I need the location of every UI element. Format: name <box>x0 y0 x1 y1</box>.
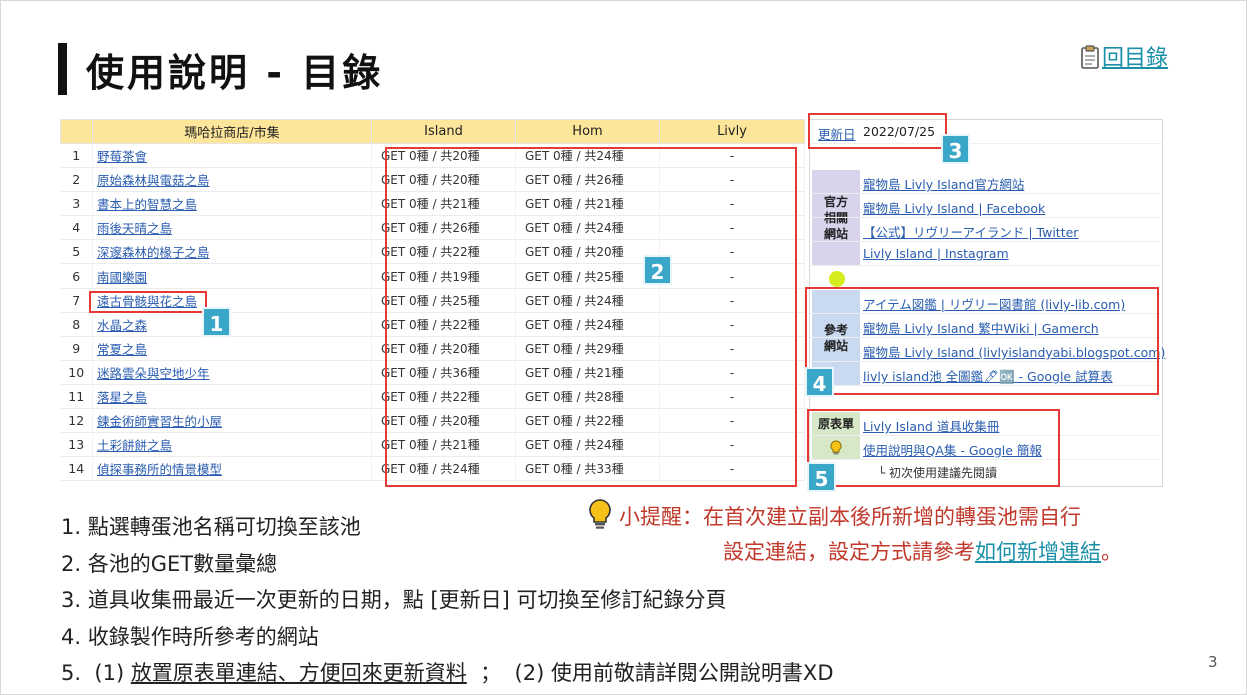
title-accent-bar <box>58 43 67 95</box>
list-item: 5. (1) 放置原表單連結、方便回來更新資料 ； (2) 使用前敬請詳閱公開說… <box>61 661 834 685</box>
shop-name-link[interactable]: 迷路雲朵與空地少年 <box>92 360 372 385</box>
header-island: Island <box>371 119 516 144</box>
page-number: 3 <box>1208 653 1218 671</box>
page-title: 使用說明 - 目錄 <box>86 51 384 95</box>
badge-1: 1 <box>202 307 231 337</box>
shop-name-link[interactable]: 常夏之島 <box>92 336 372 361</box>
shop-name-link[interactable]: 鍊金術師實習生的小屋 <box>92 408 372 434</box>
official-link[interactable]: 寵物島 Livly Island | Facebook <box>863 198 1045 217</box>
official-link-row: 寵物島 Livly Island官方網站 <box>810 170 1163 194</box>
highlight-box-4 <box>805 287 1159 395</box>
clipboard-icon <box>1080 45 1100 69</box>
how-to-add-link[interactable]: 如何新增連結 <box>975 540 1101 564</box>
shop-name-link[interactable]: 土彩餅餅之島 <box>92 432 372 458</box>
header-hom: Hom <box>515 119 660 144</box>
row-number: 7 <box>60 288 93 313</box>
row-number: 13 <box>60 432 93 458</box>
header-num <box>60 119 93 144</box>
tip-line-1: 小提醒：在首次建立副本後所新增的轉蛋池需自行 <box>619 505 1081 529</box>
status-dot <box>829 271 845 287</box>
row-number: 6 <box>60 263 93 289</box>
row-number: 1 <box>60 143 93 169</box>
list-item: 3. 道具收集冊最近一次更新的日期，點 [更新日] 可切換至修訂紀錄分頁 <box>61 588 727 612</box>
shop-name-link[interactable]: 雨後天晴之島 <box>92 215 372 241</box>
badge-3: 3 <box>941 134 970 164</box>
shop-name-link[interactable]: 偵探事務所的情景模型 <box>92 456 372 482</box>
row-number: 9 <box>60 336 93 361</box>
shop-name-link[interactable]: 南國樂園 <box>92 263 372 289</box>
badge-5: 5 <box>807 462 836 492</box>
highlight-box-3 <box>808 113 947 149</box>
row-number: 2 <box>60 167 93 193</box>
shop-name-link[interactable]: 深邃森林的椽子之島 <box>92 239 372 265</box>
header-livly: Livly <box>659 119 805 144</box>
list-item: 2. 各池的GET數量彙總 <box>61 551 278 576</box>
tip-note: 小提醒：在首次建立副本後所新增的轉蛋池需自行 設定連結，設定方式請參考如何新增連… <box>587 498 1122 564</box>
row-number: 14 <box>60 456 93 482</box>
header-shop: 瑪哈拉商店/市集 <box>92 119 372 144</box>
shop-name-link[interactable]: 書本上的智慧之島 <box>92 191 372 217</box>
row-number: 12 <box>60 408 93 434</box>
official-link[interactable]: Livly Island | Instagram <box>863 246 1009 261</box>
official-link-row: 【公式】リヴリーアイランド | Twitter <box>810 218 1163 242</box>
official-link-row: Livly Island | Instagram <box>810 242 1163 266</box>
back-link-label[interactable]: 回目錄 <box>1102 46 1168 71</box>
official-link-row: 寵物島 Livly Island | Facebook <box>810 194 1163 218</box>
highlight-box-1 <box>89 291 207 313</box>
row-number: 5 <box>60 239 93 265</box>
shop-name-link[interactable]: 落星之島 <box>92 384 372 410</box>
row-number: 10 <box>60 360 93 385</box>
slide: 使用說明 - 目錄 回目錄 瑪哈拉商店/市集 Island Hom Livly <box>0 0 1247 695</box>
row-number: 8 <box>60 312 93 337</box>
row-number: 4 <box>60 215 93 241</box>
highlight-box-2 <box>385 147 797 487</box>
lightbulb-icon <box>587 498 613 530</box>
official-link[interactable]: 【公式】リヴリーアイランド | Twitter <box>863 222 1078 241</box>
highlight-box-5 <box>807 409 1060 487</box>
shop-name-link[interactable]: 原始森林與電菇之島 <box>92 167 372 193</box>
tip-line-2: 設定連結，設定方式請參考如何新增連結。 <box>723 540 1122 564</box>
badge-2: 2 <box>643 255 672 285</box>
row-number: 3 <box>60 191 93 217</box>
row-number: 11 <box>60 384 93 410</box>
underlined-note: 放置原表單連結、方便回來更新資料 <box>130 661 467 685</box>
table-header-row: 瑪哈拉商店/市集 Island Hom Livly <box>60 119 805 144</box>
shop-name-link[interactable]: 水晶之森 <box>92 312 372 337</box>
official-link[interactable]: 寵物島 Livly Island官方網站 <box>863 174 1024 193</box>
instructions-list: 1. 點選轉蛋池名稱可切換至該池 2. 各池的GET數量彙總 3. 道具收集冊最… <box>61 509 834 692</box>
list-item: 4. 收錄製作時所參考的網站 <box>61 624 319 649</box>
shop-name-link[interactable]: 野莓茶會 <box>92 143 372 169</box>
badge-4: 4 <box>805 367 834 397</box>
back-to-toc-link[interactable]: 回目錄 <box>1080 40 1168 72</box>
